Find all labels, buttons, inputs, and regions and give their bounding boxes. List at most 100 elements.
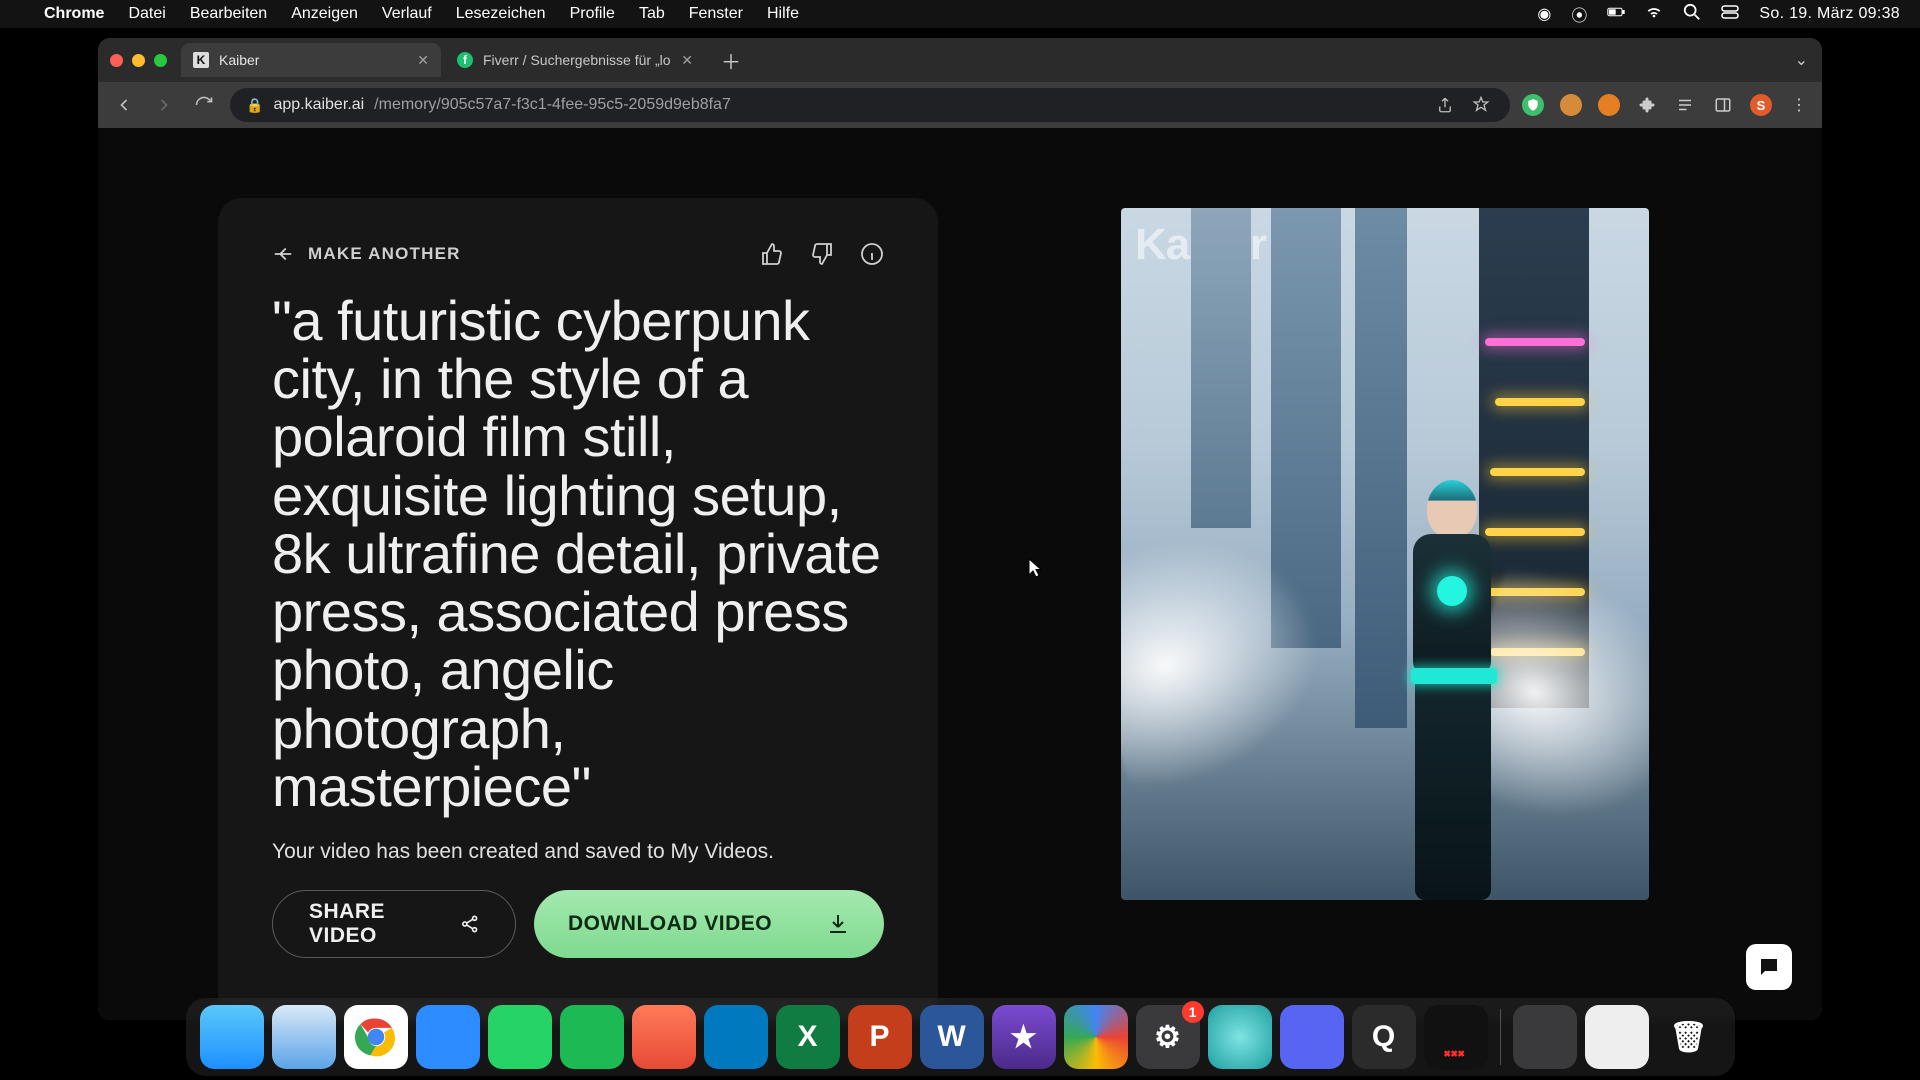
prompt-text: "a futuristic cyberpunk city, in the sty… [272, 292, 884, 816]
profile-avatar[interactable]: S [1750, 94, 1772, 116]
url-path: /memory/905c57a7-f3c1-4fee-95c5-2059d9eb… [374, 96, 731, 114]
dock-whatsapp-icon[interactable] [488, 1005, 552, 1069]
video-preview[interactable]: Kaiber [1121, 208, 1649, 900]
share-icon [460, 913, 479, 935]
menu-bearbeiten[interactable]: Bearbeiten [190, 5, 267, 23]
menu-profile[interactable]: Profile [570, 5, 615, 23]
dock-app-icon[interactable] [1208, 1005, 1272, 1069]
prompt-card: MAKE ANOTHER "a futuristic cyberpunk cit… [218, 198, 938, 1020]
record-icon[interactable]: ◉ [1537, 4, 1551, 24]
new-tab-button[interactable]: ＋ [709, 46, 753, 75]
make-another-button[interactable]: MAKE ANOTHER [272, 243, 461, 265]
toolbar: 🔒 app.kaiber.ai/memory/905c57a7-f3c1-4fe… [98, 82, 1822, 128]
reading-list-icon[interactable] [1674, 94, 1696, 116]
battery-icon[interactable] [1607, 3, 1625, 26]
wifi-icon[interactable] [1645, 3, 1663, 26]
favicon-kaiber: K [193, 52, 209, 68]
dock-zoom-icon[interactable] [416, 1005, 480, 1069]
info-button[interactable] [860, 242, 884, 266]
thumbs-up-button[interactable] [760, 242, 784, 266]
dock-spotify-icon[interactable] [560, 1005, 624, 1069]
maximize-window-button[interactable] [154, 54, 167, 67]
macos-dock: X P W ★ ⚙1 Q ⸼⸼⸼ 🗑 [0, 990, 1920, 1080]
tab-dropdown-icon[interactable]: ⌄ [1795, 50, 1808, 70]
back-button[interactable] [110, 91, 138, 119]
dock-folder-icon[interactable] [1513, 1005, 1577, 1069]
tab-kaiber[interactable]: K Kaiber ✕ [181, 43, 441, 77]
menu-datei[interactable]: Datei [128, 5, 165, 23]
menubar-clock[interactable]: So. 19. März 09:38 [1759, 5, 1900, 23]
preview-pane: Kaiber [1068, 198, 1702, 1020]
dock-todoist-icon[interactable] [632, 1005, 696, 1069]
chrome-menu-icon[interactable]: ⋮ [1788, 94, 1810, 116]
dock-discord-icon[interactable] [1280, 1005, 1344, 1069]
forward-button[interactable] [150, 91, 178, 119]
decorative-neon [1495, 398, 1585, 406]
close-window-button[interactable] [110, 54, 123, 67]
menu-fenster[interactable]: Fenster [689, 5, 743, 23]
timer-icon[interactable]: ⦿ [1571, 2, 1587, 26]
decorative-figure [1381, 480, 1531, 900]
dock-word-icon[interactable]: W [920, 1005, 984, 1069]
browser-window: K Kaiber ✕ f Fiverr / Suchergebnisse für… [98, 38, 1822, 1020]
download-video-label: DOWNLOAD VIDEO [568, 912, 772, 936]
decorative-neon [1485, 338, 1585, 346]
download-video-button[interactable]: DOWNLOAD VIDEO [534, 890, 884, 958]
make-another-label: MAKE ANOTHER [308, 244, 461, 264]
bookmark-icon[interactable] [1468, 92, 1494, 118]
address-bar[interactable]: 🔒 app.kaiber.ai/memory/905c57a7-f3c1-4fe… [230, 88, 1510, 122]
download-icon [826, 912, 850, 936]
extension-cookie-icon[interactable] [1560, 94, 1582, 116]
dock-quicktime-icon[interactable]: Q [1352, 1005, 1416, 1069]
dock-trello-icon[interactable] [704, 1005, 768, 1069]
control-center-icon[interactable] [1721, 3, 1739, 26]
search-icon[interactable] [1683, 3, 1701, 26]
menu-hilfe[interactable]: Hilfe [767, 5, 799, 23]
dock-safari-icon[interactable] [272, 1005, 336, 1069]
extension-icons: S ⋮ [1522, 94, 1810, 116]
dock-drive-icon[interactable] [1064, 1005, 1128, 1069]
dock-imovie-icon[interactable]: ★ [992, 1005, 1056, 1069]
decorative-tower [1191, 208, 1251, 528]
dock-excel-icon[interactable]: X [776, 1005, 840, 1069]
extensions-menu-icon[interactable] [1636, 94, 1658, 116]
dock-settings-icon[interactable]: ⚙1 [1136, 1005, 1200, 1069]
page-content: MAKE ANOTHER "a futuristic cyberpunk cit… [98, 128, 1822, 1020]
menu-verlauf[interactable]: Verlauf [382, 5, 432, 23]
minimize-window-button[interactable] [132, 54, 145, 67]
lock-icon: 🔒 [246, 97, 263, 114]
extension-orange-icon[interactable] [1598, 94, 1620, 116]
tab-fiverr[interactable]: f Fiverr / Suchergebnisse für „lo ✕ [445, 43, 705, 77]
mouse-cursor-icon [1028, 558, 1042, 578]
dock-chrome-icon[interactable] [344, 1005, 408, 1069]
thumbs-down-button[interactable] [810, 242, 834, 266]
extension-shield-icon[interactable] [1522, 94, 1544, 116]
dock-finder-icon[interactable] [200, 1005, 264, 1069]
close-tab-icon[interactable]: ✕ [417, 52, 429, 69]
close-tab-icon[interactable]: ✕ [681, 52, 693, 69]
share-video-button[interactable]: SHARE VIDEO [272, 890, 516, 958]
url-host: app.kaiber.ai [273, 96, 364, 114]
dock-separator [1500, 1009, 1501, 1065]
menu-tab[interactable]: Tab [639, 5, 665, 23]
arrow-left-icon [272, 243, 294, 265]
tab-title: Kaiber [219, 52, 259, 68]
reload-button[interactable] [190, 91, 218, 119]
dock-notes-icon[interactable] [1585, 1005, 1649, 1069]
dock-trash-icon[interactable]: 🗑 [1657, 1005, 1721, 1069]
share-video-label: SHARE VIDEO [309, 900, 442, 948]
side-panel-icon[interactable] [1712, 94, 1734, 116]
share-url-icon[interactable] [1432, 92, 1458, 118]
dock-powerpoint-icon[interactable]: P [848, 1005, 912, 1069]
tab-bar: K Kaiber ✕ f Fiverr / Suchergebnisse für… [98, 38, 1822, 82]
favicon-fiverr: f [457, 52, 473, 68]
menu-lesezeichen[interactable]: Lesezeichen [456, 5, 546, 23]
dock-audio-icon[interactable]: ⸼⸼⸼ [1424, 1005, 1488, 1069]
menu-anzeigen[interactable]: Anzeigen [291, 5, 358, 23]
macos-menubar: Chrome Datei Bearbeiten Anzeigen Verlauf… [0, 0, 1920, 28]
help-chat-button[interactable] [1746, 944, 1792, 990]
tab-title: Fiverr / Suchergebnisse für „lo [483, 52, 671, 68]
window-controls [110, 54, 167, 67]
menubar-app-name[interactable]: Chrome [44, 5, 104, 23]
settings-badge: 1 [1182, 1001, 1204, 1023]
